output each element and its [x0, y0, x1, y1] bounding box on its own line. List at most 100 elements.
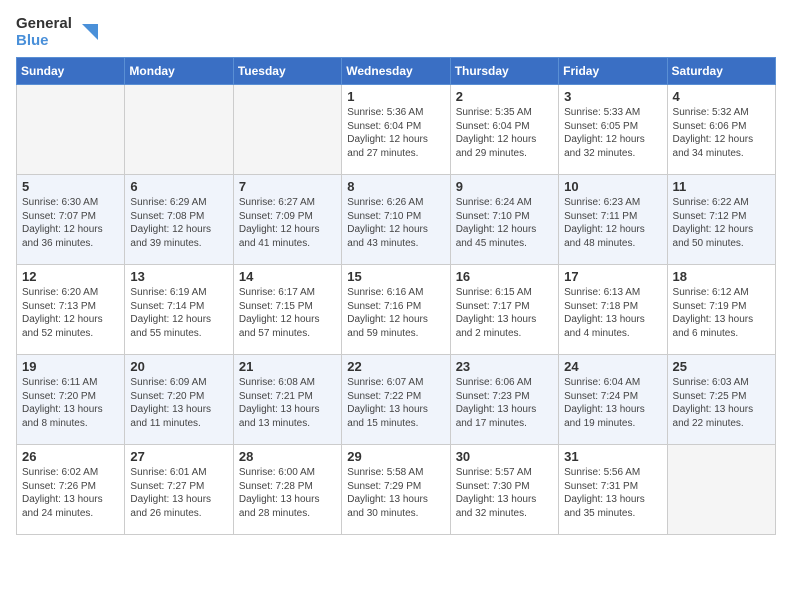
cell-info: Sunrise: 6:29 AM Sunset: 7:08 PM Dayligh… — [130, 196, 227, 250]
weekday-header-monday: Monday — [125, 58, 233, 85]
weekday-header-friday: Friday — [559, 58, 667, 85]
calendar-cell — [233, 85, 341, 175]
cell-info: Sunrise: 6:26 AM Sunset: 7:10 PM Dayligh… — [347, 196, 444, 250]
day-number: 7 — [239, 179, 336, 194]
cell-info: Sunrise: 6:20 AM Sunset: 7:13 PM Dayligh… — [22, 286, 119, 340]
cell-info: Sunrise: 6:09 AM Sunset: 7:20 PM Dayligh… — [130, 376, 227, 430]
logo-blue-text: Blue — [16, 33, 72, 50]
calendar-cell: 7 Sunrise: 6:27 AM Sunset: 7:09 PM Daylig… — [233, 175, 341, 265]
day-number: 14 — [239, 269, 336, 284]
cell-info: Sunrise: 6:07 AM Sunset: 7:22 PM Dayligh… — [347, 376, 444, 430]
calendar-cell: 10 Sunrise: 6:23 AM Sunset: 7:11 PM Dayli… — [559, 175, 667, 265]
day-number: 4 — [673, 89, 770, 104]
day-number: 29 — [347, 449, 444, 464]
day-number: 19 — [22, 359, 119, 374]
day-number: 16 — [456, 269, 553, 284]
calendar-cell — [667, 445, 775, 535]
calendar-cell: 21 Sunrise: 6:08 AM Sunset: 7:21 PM Dayli… — [233, 355, 341, 445]
cell-info: Sunrise: 6:22 AM Sunset: 7:12 PM Dayligh… — [673, 196, 770, 250]
calendar-cell: 3Sunrise: 5:33 AM Sunset: 6:05 PM Daylig… — [559, 85, 667, 175]
cell-info: Sunrise: 6:08 AM Sunset: 7:21 PM Dayligh… — [239, 376, 336, 430]
day-number: 24 — [564, 359, 661, 374]
calendar-cell: 8 Sunrise: 6:26 AM Sunset: 7:10 PM Daylig… — [342, 175, 450, 265]
weekday-header-sunday: Sunday — [17, 58, 125, 85]
calendar-cell: 27Sunrise: 6:01 AM Sunset: 7:27 PM Dayli… — [125, 445, 233, 535]
day-number: 30 — [456, 449, 553, 464]
day-number: 17 — [564, 269, 661, 284]
day-number: 2 — [456, 89, 553, 104]
cell-info: Sunrise: 5:58 AM Sunset: 7:29 PM Dayligh… — [347, 466, 444, 520]
cell-info: Sunrise: 6:04 AM Sunset: 7:24 PM Dayligh… — [564, 376, 661, 430]
day-number: 22 — [347, 359, 444, 374]
cell-info: Sunrise: 5:56 AM Sunset: 7:31 PM Dayligh… — [564, 466, 661, 520]
weekday-header-wednesday: Wednesday — [342, 58, 450, 85]
weekday-header-thursday: Thursday — [450, 58, 558, 85]
calendar-cell: 2 Sunrise: 5:35 AM Sunset: 6:04 PM Daylig… — [450, 85, 558, 175]
day-number: 13 — [130, 269, 227, 284]
day-number: 12 — [22, 269, 119, 284]
calendar-cell: 6 Sunrise: 6:29 AM Sunset: 7:08 PM Daylig… — [125, 175, 233, 265]
calendar-cell: 25 Sunrise: 6:03 AM Sunset: 7:25 PM Dayli… — [667, 355, 775, 445]
day-number: 28 — [239, 449, 336, 464]
calendar-week-row: 19 Sunrise: 6:11 AM Sunset: 7:20 PM Dayli… — [17, 355, 776, 445]
cell-info: Sunrise: 5:36 AM Sunset: 6:04 PM Dayligh… — [347, 106, 444, 160]
calendar-cell: 5Sunrise: 6:30 AM Sunset: 7:07 PM Daylig… — [17, 175, 125, 265]
day-number: 20 — [130, 359, 227, 374]
cell-info: Sunrise: 6:06 AM Sunset: 7:23 PM Dayligh… — [456, 376, 553, 430]
day-number: 6 — [130, 179, 227, 194]
calendar-week-row: 12 Sunrise: 6:20 AM Sunset: 7:13 PM Dayli… — [17, 265, 776, 355]
cell-info: Sunrise: 6:17 AM Sunset: 7:15 PM Dayligh… — [239, 286, 336, 340]
day-number: 18 — [673, 269, 770, 284]
day-number: 1 — [347, 89, 444, 104]
cell-info: Sunrise: 5:32 AM Sunset: 6:06 PM Dayligh… — [673, 106, 770, 160]
calendar-cell: 13Sunrise: 6:19 AM Sunset: 7:14 PM Dayli… — [125, 265, 233, 355]
calendar-cell: 15 Sunrise: 6:16 AM Sunset: 7:16 PM Dayli… — [342, 265, 450, 355]
day-number: 8 — [347, 179, 444, 194]
cell-info: Sunrise: 5:35 AM Sunset: 6:04 PM Dayligh… — [456, 106, 553, 160]
calendar-cell: 1 Sunrise: 5:36 AM Sunset: 6:04 PM Daylig… — [342, 85, 450, 175]
cell-info: Sunrise: 5:33 AM Sunset: 6:05 PM Dayligh… — [564, 106, 661, 160]
calendar-cell: 20 Sunrise: 6:09 AM Sunset: 7:20 PM Dayli… — [125, 355, 233, 445]
logo-general-text: General — [16, 16, 72, 33]
day-number: 26 — [22, 449, 119, 464]
calendar-cell: 28Sunrise: 6:00 AM Sunset: 7:28 PM Dayli… — [233, 445, 341, 535]
day-number: 31 — [564, 449, 661, 464]
day-number: 23 — [456, 359, 553, 374]
cell-info: Sunrise: 6:03 AM Sunset: 7:25 PM Dayligh… — [673, 376, 770, 430]
cell-info: Sunrise: 6:13 AM Sunset: 7:18 PM Dayligh… — [564, 286, 661, 340]
calendar-cell: 11 Sunrise: 6:22 AM Sunset: 7:12 PM Dayli… — [667, 175, 775, 265]
calendar-cell: 24 Sunrise: 6:04 AM Sunset: 7:24 PM Dayli… — [559, 355, 667, 445]
cell-info: Sunrise: 6:01 AM Sunset: 7:27 PM Dayligh… — [130, 466, 227, 520]
day-number: 9 — [456, 179, 553, 194]
weekday-header-row: SundayMondayTuesdayWednesdayThursdayFrid… — [17, 58, 776, 85]
calendar-table: SundayMondayTuesdayWednesdayThursdayFrid… — [16, 57, 776, 535]
cell-info: Sunrise: 6:23 AM Sunset: 7:11 PM Dayligh… — [564, 196, 661, 250]
cell-info: Sunrise: 6:15 AM Sunset: 7:17 PM Dayligh… — [456, 286, 553, 340]
calendar-cell: 29 Sunrise: 5:58 AM Sunset: 7:29 PM Dayli… — [342, 445, 450, 535]
calendar-cell: 16 Sunrise: 6:15 AM Sunset: 7:17 PM Dayli… — [450, 265, 558, 355]
cell-info: Sunrise: 6:11 AM Sunset: 7:20 PM Dayligh… — [22, 376, 119, 430]
weekday-header-saturday: Saturday — [667, 58, 775, 85]
page-header: General Blue — [16, 16, 776, 49]
day-number: 25 — [673, 359, 770, 374]
calendar-cell: 26 Sunrise: 6:02 AM Sunset: 7:26 PM Dayli… — [17, 445, 125, 535]
calendar-week-row: 5Sunrise: 6:30 AM Sunset: 7:07 PM Daylig… — [17, 175, 776, 265]
cell-info: Sunrise: 5:57 AM Sunset: 7:30 PM Dayligh… — [456, 466, 553, 520]
weekday-header-tuesday: Tuesday — [233, 58, 341, 85]
day-number: 10 — [564, 179, 661, 194]
day-number: 15 — [347, 269, 444, 284]
calendar-week-row: 1 Sunrise: 5:36 AM Sunset: 6:04 PM Daylig… — [17, 85, 776, 175]
cell-info: Sunrise: 6:27 AM Sunset: 7:09 PM Dayligh… — [239, 196, 336, 250]
calendar-cell: 4 Sunrise: 5:32 AM Sunset: 6:06 PM Daylig… — [667, 85, 775, 175]
logo: General Blue — [16, 16, 98, 49]
calendar-cell — [17, 85, 125, 175]
calendar-cell: 22 Sunrise: 6:07 AM Sunset: 7:22 PM Dayli… — [342, 355, 450, 445]
cell-info: Sunrise: 6:16 AM Sunset: 7:16 PM Dayligh… — [347, 286, 444, 340]
day-number: 21 — [239, 359, 336, 374]
cell-info: Sunrise: 6:02 AM Sunset: 7:26 PM Dayligh… — [22, 466, 119, 520]
day-number: 11 — [673, 179, 770, 194]
calendar-cell: 31 Sunrise: 5:56 AM Sunset: 7:31 PM Dayli… — [559, 445, 667, 535]
cell-info: Sunrise: 6:24 AM Sunset: 7:10 PM Dayligh… — [456, 196, 553, 250]
logo-arrow-icon — [76, 22, 98, 44]
day-number: 5 — [22, 179, 119, 194]
